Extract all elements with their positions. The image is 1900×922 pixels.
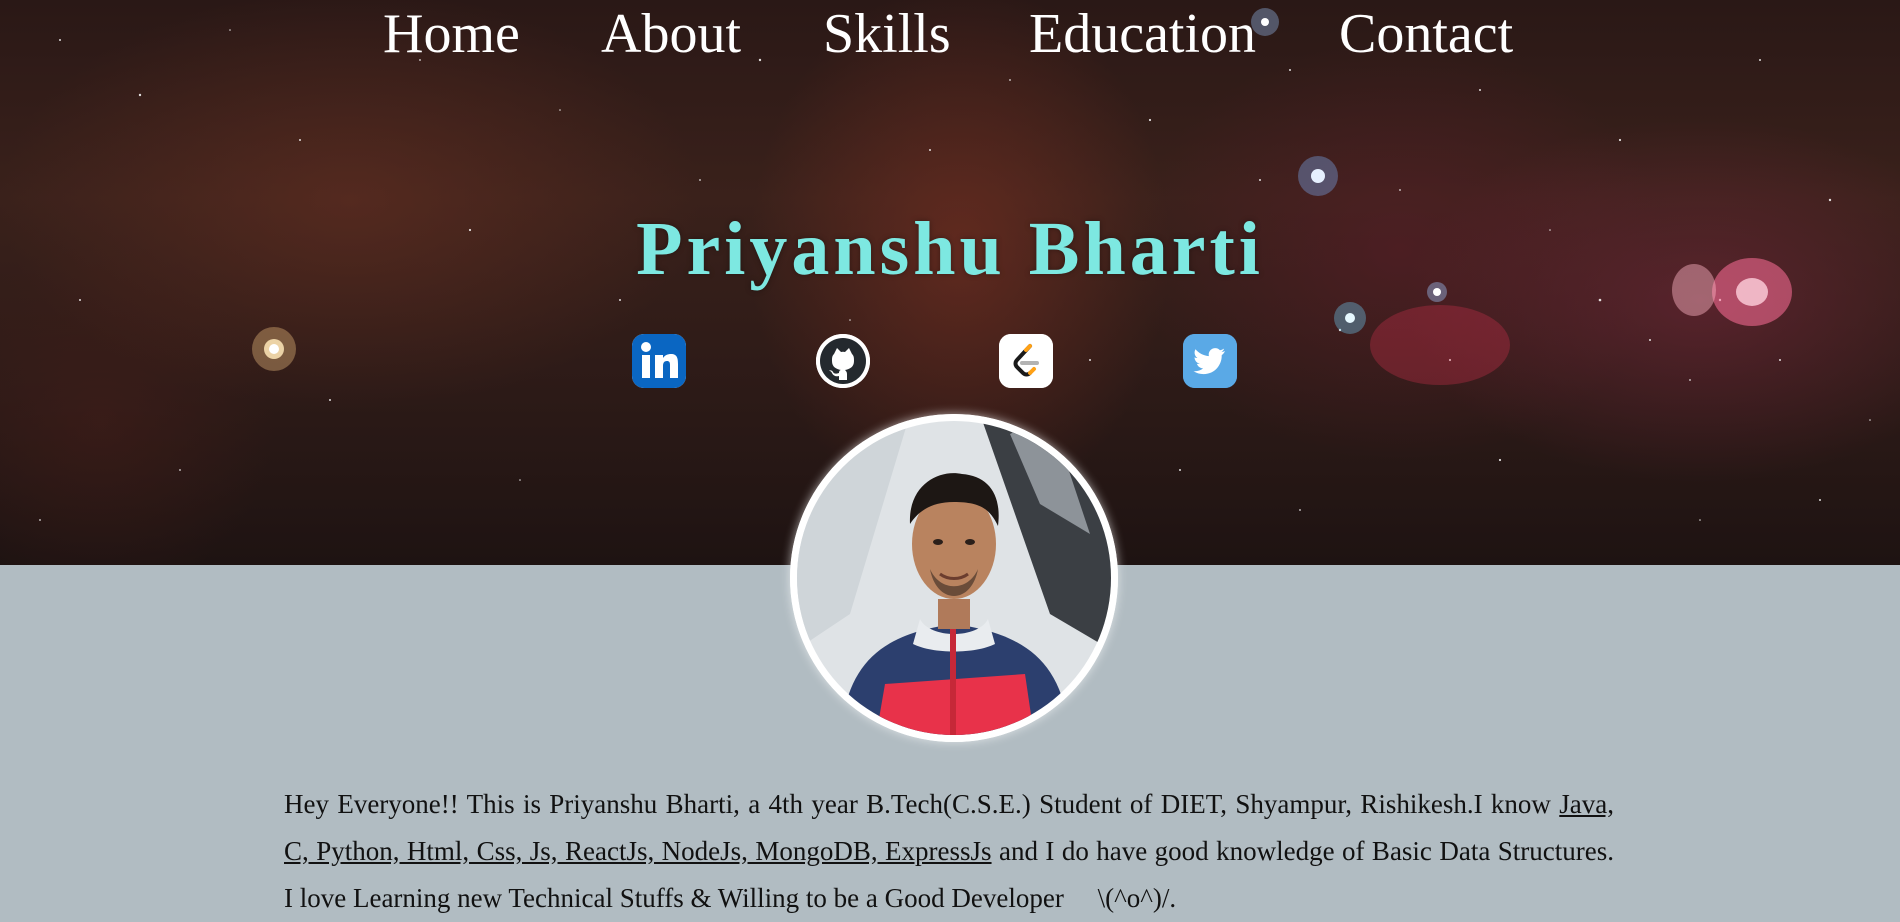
nav-skills-link[interactable]: Skills [823, 6, 951, 62]
github-link[interactable] [816, 334, 870, 388]
nav-home-link[interactable]: Home [383, 6, 520, 62]
twitter-link[interactable] [1183, 334, 1237, 388]
linkedin-icon [632, 334, 686, 388]
nav-about-link[interactable]: About [601, 6, 741, 62]
profile-name: Priyanshu Bharti [636, 207, 1264, 291]
leetcode-icon [999, 334, 1053, 388]
twitter-icon [1183, 334, 1237, 388]
about-emoticon: \(^o^)/. [1097, 883, 1177, 913]
about-intro-text: Hey Everyone!! This is Priyanshu Bharti,… [284, 789, 1560, 819]
linkedin-link[interactable] [632, 334, 686, 388]
nav-education-link[interactable]: Education [1029, 6, 1256, 62]
github-icon [816, 334, 870, 388]
profile-avatar-image [790, 414, 1118, 742]
top-navigation: Home About Skills Education Contact [0, 0, 1900, 70]
leetcode-link[interactable] [999, 334, 1053, 388]
about-paragraph: Hey Everyone!! This is Priyanshu Bharti,… [284, 781, 1614, 922]
profile-photo [790, 414, 1118, 742]
nav-contact-link[interactable]: Contact [1339, 6, 1513, 62]
